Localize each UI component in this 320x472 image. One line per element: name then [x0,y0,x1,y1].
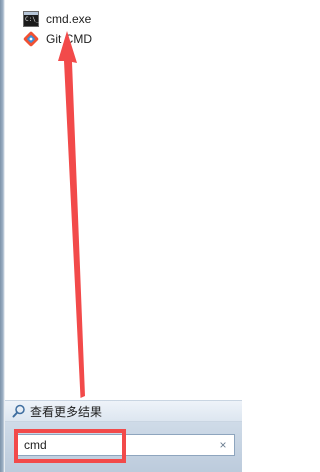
result-label: cmd.exe [46,12,92,26]
search-input[interactable]: cmd × [17,434,235,456]
result-label: Git CMD [46,32,92,46]
search-input-value: cmd [24,438,47,452]
search-results-panel: cmd.exe Git CMD [5,0,242,400]
magnifier-icon [12,404,25,418]
see-more-results-label: 查看更多结果 [30,404,103,419]
result-item-git-cmd[interactable]: Git CMD [23,30,92,48]
search-area: cmd × [5,422,242,472]
start-menu: cmd.exe Git CMD 查看更多结果 cmd × [0,0,242,472]
cmd-icon [23,11,39,27]
see-more-results-button[interactable]: 查看更多结果 [5,400,242,422]
clear-search-icon[interactable]: × [216,438,230,452]
result-item-cmd[interactable]: cmd.exe [23,10,91,28]
git-icon [23,31,39,47]
